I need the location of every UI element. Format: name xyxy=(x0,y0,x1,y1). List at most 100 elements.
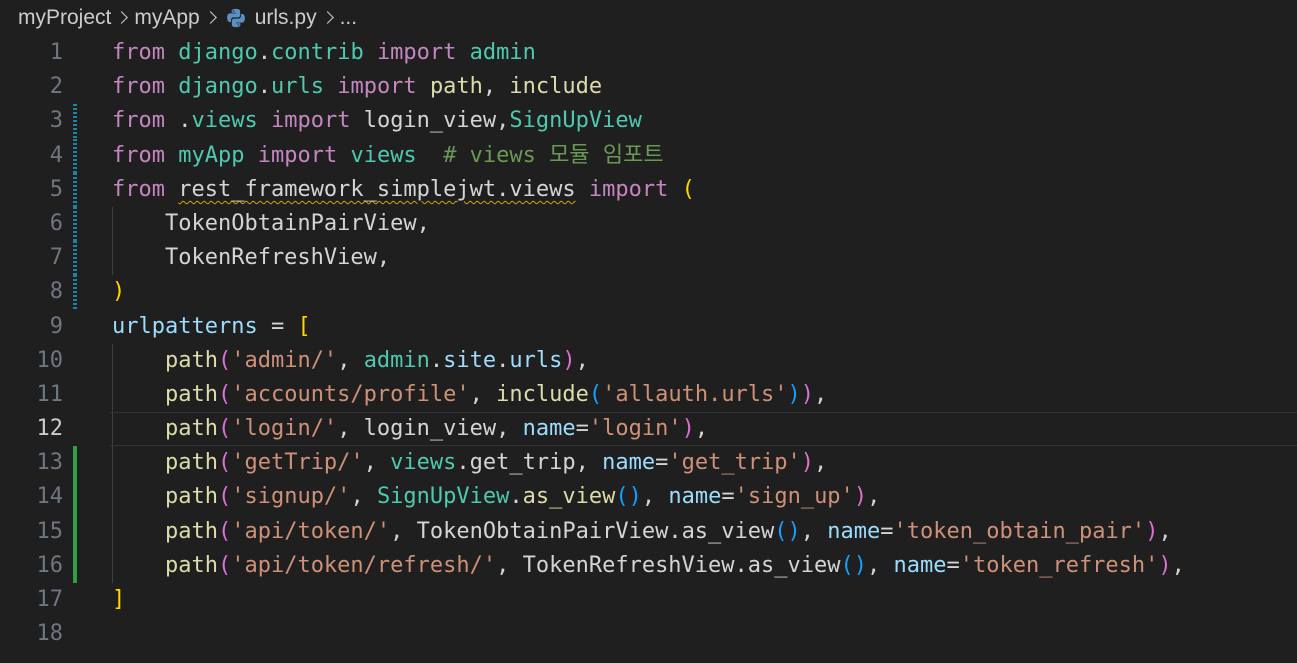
code-token: TokenRefreshView, xyxy=(112,245,391,271)
gutter-modified-marker[interactable] xyxy=(73,275,77,310)
code-line[interactable]: 13 path('getTrip/', views.get_trip, name… xyxy=(0,446,1297,481)
code-token: ) xyxy=(1145,518,1159,544)
code-token: 'token_refresh' xyxy=(959,552,1159,578)
chevron-right-icon xyxy=(323,9,334,27)
gutter-modified-marker[interactable] xyxy=(73,138,77,173)
code-token: ( xyxy=(615,484,629,510)
code-token: , xyxy=(814,450,828,476)
code-token: ) xyxy=(853,484,868,510)
code-token: ) xyxy=(628,484,642,510)
code-text: from django.urls import path, include xyxy=(112,70,602,104)
code-token: ) xyxy=(562,347,576,373)
gutter-modified-marker[interactable] xyxy=(73,172,77,207)
code-token: path xyxy=(164,518,218,544)
code-token: . xyxy=(496,347,510,373)
code-token: admin xyxy=(363,347,430,373)
code-token: = xyxy=(575,416,589,442)
code-token: . xyxy=(164,108,192,134)
code-token: path xyxy=(164,450,218,476)
breadcrumb: myProject myApp urls.py ... xyxy=(0,0,1297,36)
gutter-added-marker[interactable] xyxy=(73,480,77,515)
code-token: name xyxy=(522,416,576,442)
code-line[interactable]: 16 path('api/token/refresh/', TokenRefre… xyxy=(0,548,1297,583)
code-line[interactable]: 8) xyxy=(0,275,1297,310)
code-token: urls xyxy=(509,347,563,373)
code-line[interactable]: 10 path('admin/', admin.site.urls), xyxy=(0,343,1297,378)
code-editor[interactable]: 1 from django.contrib import admin 2 from d… xyxy=(0,36,1297,651)
code-token: . xyxy=(509,484,523,510)
gutter-added-marker[interactable] xyxy=(73,548,77,583)
code-token: 'signup/' xyxy=(231,484,351,510)
breadcrumb-app[interactable]: myApp xyxy=(134,6,199,30)
code-line[interactable]: 2 from django.urls import path, include xyxy=(0,70,1297,104)
code-text: path('signup/', SignUpView.as_view(), na… xyxy=(112,480,880,514)
code-token: 'api/token/' xyxy=(231,518,391,544)
gutter-modified-marker[interactable] xyxy=(73,241,77,276)
code-line[interactable]: 6 TokenObtainPairView, xyxy=(0,206,1297,242)
code-token: from xyxy=(112,40,165,65)
code-text: TokenObtainPairView, xyxy=(112,207,430,241)
code-token: , xyxy=(1171,552,1185,578)
code-token: ( xyxy=(681,176,695,202)
code-text: path('login/', login_view, name='login')… xyxy=(112,412,708,446)
code-token: rest_framework_simplejwt.views xyxy=(178,176,576,202)
code-line[interactable]: 15 path('api/token/', TokenObtainPairVie… xyxy=(0,514,1297,549)
gutter-modified-marker[interactable] xyxy=(73,104,77,139)
code-token: contrib xyxy=(270,40,364,65)
code-line[interactable]: 9 urlpatterns = [ xyxy=(0,310,1297,344)
code-line[interactable]: 5 from rest_framework_simplejwt.views imp… xyxy=(0,172,1297,207)
code-token: myApp xyxy=(178,142,245,168)
code-token: , login_view, xyxy=(337,416,523,442)
line-number: 15 xyxy=(36,518,64,544)
code-token: include xyxy=(509,74,603,100)
code-token: include xyxy=(496,381,589,407)
code-token: ) xyxy=(681,416,695,442)
code-token: ( xyxy=(217,552,232,578)
code-token: , TokenRefreshView.as_view xyxy=(496,552,841,578)
code-line[interactable]: 1 from django.contrib import admin xyxy=(0,36,1297,70)
line-number: 7 xyxy=(49,245,63,271)
code-token: ( xyxy=(217,381,232,407)
code-line[interactable]: 11 path('accounts/profile', include('all… xyxy=(0,377,1297,413)
code-token: ) xyxy=(112,279,126,305)
code-line[interactable]: 12 path('login/', login_view, name='logi… xyxy=(0,412,1297,447)
code-line[interactable]: 17] xyxy=(0,583,1297,617)
breadcrumb-project[interactable]: myProject xyxy=(18,6,111,30)
code-text: path('api/token/refresh/', TokenRefreshV… xyxy=(112,549,1185,583)
code-token: SignUpView xyxy=(509,108,642,134)
code-token: . xyxy=(257,74,271,100)
line-number: 12 xyxy=(36,416,64,442)
breadcrumb-file[interactable]: urls.py xyxy=(223,6,317,30)
code-token: 'getTrip/' xyxy=(231,450,364,476)
code-text: from myApp import views # views 모듈 임포트 xyxy=(112,139,664,173)
line-number: 17 xyxy=(36,587,64,612)
breadcrumb-more[interactable]: ... xyxy=(340,6,358,30)
gutter-modified-marker[interactable] xyxy=(73,206,77,242)
code-text: path('api/token/', TokenObtainPairView.a… xyxy=(112,515,1172,549)
gutter-added-marker[interactable] xyxy=(73,446,77,481)
code-token: , xyxy=(482,74,510,100)
code-token: . xyxy=(429,347,444,373)
code-token: = xyxy=(257,313,298,339)
code-line[interactable]: 14 path('signup/', SignUpView.as_view(),… xyxy=(0,480,1297,515)
code-token: ( xyxy=(774,518,788,544)
code-line[interactable]: 4 from myApp import views # views 모듈 임포트 xyxy=(0,138,1297,173)
line-number: 13 xyxy=(36,450,64,476)
gutter-added-marker[interactable] xyxy=(73,514,77,549)
code-token: import xyxy=(257,142,338,168)
code-line[interactable]: 18 xyxy=(0,617,1297,651)
line-number: 5 xyxy=(49,176,63,202)
code-token: 'token_obtain_pair' xyxy=(893,518,1146,544)
code-token: ( xyxy=(217,518,232,544)
code-text: from rest_framework_simplejwt.views impo… xyxy=(112,173,695,207)
code-token: views xyxy=(191,108,258,134)
code-line[interactable]: 3 from .views import login_view,SignUpVie… xyxy=(0,104,1297,139)
code-line[interactable]: 7 TokenRefreshView, xyxy=(0,241,1297,276)
python-file-icon xyxy=(226,8,245,28)
